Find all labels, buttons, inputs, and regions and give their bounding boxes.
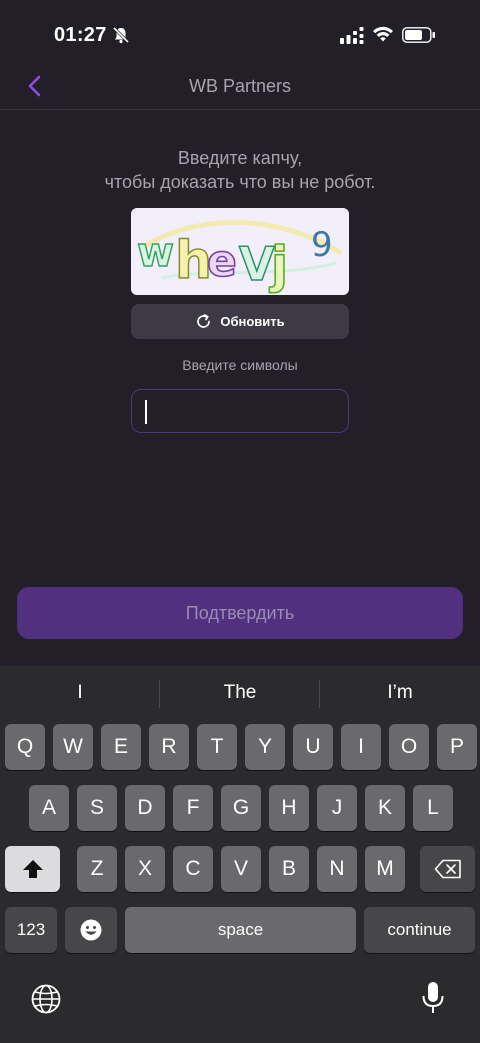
svg-text:9: 9 — [311, 225, 333, 265]
key-a[interactable]: A — [29, 785, 69, 831]
key-d[interactable]: D — [125, 785, 165, 831]
key-y[interactable]: Y — [245, 724, 285, 770]
screen: 01:27 W B Partners Введите капчу, чтобы д… — [0, 0, 480, 1043]
key-s[interactable]: S — [77, 785, 117, 831]
svg-text:j: j — [269, 236, 288, 294]
refresh-captcha-button[interactable]: Обновить — [131, 304, 349, 339]
keyboard: I The I’m Q W E R T Y U I O P A S D F G … — [0, 666, 480, 1043]
svg-text:V: V — [239, 237, 275, 291]
text-caret — [145, 400, 147, 424]
backspace-key[interactable] — [420, 846, 475, 892]
key-n[interactable]: N — [317, 846, 357, 892]
key-e[interactable]: E — [101, 724, 141, 770]
captcha-prompt: Введите капчу, чтобы доказать что вы не … — [0, 146, 480, 194]
key-t[interactable]: T — [197, 724, 237, 770]
shift-key[interactable] — [5, 846, 60, 892]
key-v[interactable]: V — [221, 846, 261, 892]
captcha-prompt-line2: чтобы доказать что вы не робот. — [104, 172, 376, 192]
key-o[interactable]: O — [389, 724, 429, 770]
battery-icon — [402, 27, 435, 43]
status-time: 01:27 — [54, 24, 107, 46]
microphone-icon[interactable] — [420, 981, 446, 1015]
key-j[interactable]: J — [317, 785, 357, 831]
captcha-prompt-line1: Введите капчу, — [177, 148, 303, 168]
key-i[interactable]: I — [341, 724, 381, 770]
emoji-icon — [80, 919, 102, 941]
wifi-icon — [373, 26, 393, 42]
emoji-key[interactable] — [65, 907, 117, 953]
nav-title: WB Partners — [188, 76, 292, 96]
captcha-input-label: Введите символы — [182, 357, 298, 373]
captcha-graphic: w h e V j 9 — [136, 219, 343, 295]
continue-key[interactable]: continue — [364, 907, 475, 953]
key-f[interactable]: F — [173, 785, 213, 831]
key-m[interactable]: M — [365, 846, 405, 892]
key-p[interactable]: P — [437, 724, 477, 770]
confirm-label: Подтвердить — [185, 602, 295, 623]
bell-off-icon — [112, 26, 130, 44]
key-k[interactable]: K — [365, 785, 405, 831]
key-q[interactable]: Q — [5, 724, 45, 770]
svg-text:w: w — [137, 230, 174, 276]
key-z[interactable]: Z — [77, 846, 117, 892]
captcha-image: w h e V j 9 — [131, 208, 349, 295]
key-u[interactable]: U — [293, 724, 333, 770]
key-x[interactable]: X — [125, 846, 165, 892]
refresh-icon — [197, 314, 211, 328]
numbers-key[interactable]: 123 — [5, 907, 57, 953]
key-w[interactable]: W — [53, 724, 93, 770]
key-c[interactable]: C — [173, 846, 213, 892]
suggestion-3[interactable]: I’m — [320, 682, 480, 704]
cellular-signal-icon — [340, 27, 364, 44]
key-r[interactable]: R — [149, 724, 189, 770]
globe-icon[interactable] — [30, 983, 62, 1015]
space-key[interactable]: space — [125, 907, 356, 953]
confirm-button[interactable]: Подтвердить — [17, 587, 463, 639]
shift-arrow-icon — [22, 860, 43, 878]
nav-bar: WB Partners — [0, 64, 480, 110]
status-bar: 01:27 — [0, 0, 480, 64]
svg-text:e: e — [207, 236, 237, 287]
suggestion-bar: I The I’m — [0, 666, 480, 722]
suggestion-1[interactable]: I — [0, 682, 160, 704]
refresh-label: Обновить — [220, 314, 285, 329]
key-g[interactable]: G — [221, 785, 261, 831]
captcha-input[interactable] — [131, 389, 349, 433]
suggestion-2[interactable]: The — [160, 682, 320, 704]
backspace-icon — [434, 859, 461, 879]
key-b[interactable]: B — [269, 846, 309, 892]
key-l[interactable]: L — [413, 785, 453, 831]
key-h[interactable]: H — [269, 785, 309, 831]
